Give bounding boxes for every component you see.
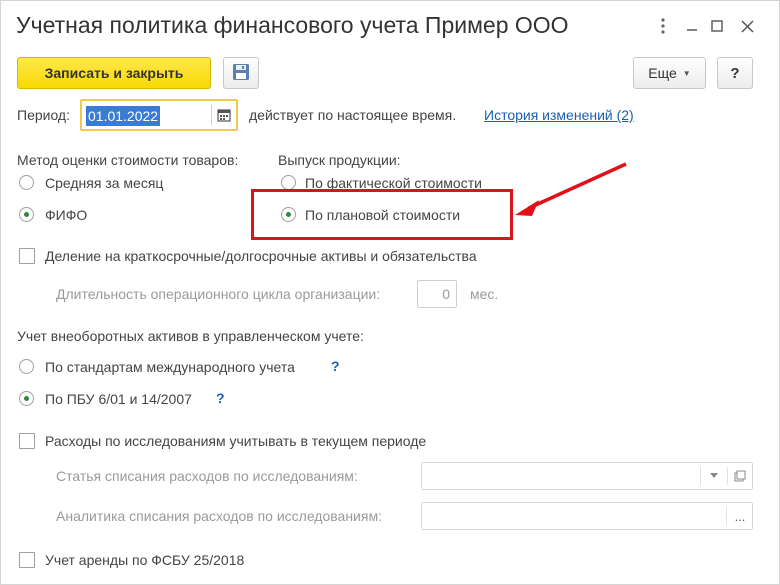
annotation-highlight-box [251,189,513,240]
checkbox-research-expenses-label: Расходы по исследованиям учитывать в тек… [45,433,427,449]
checkbox-division-label: Деление на краткосрочные/долгосрочные ак… [45,248,477,264]
open-item-icon[interactable] [727,463,753,489]
maximize-icon[interactable] [706,15,728,37]
period-date-value[interactable]: 01.01.2022 [86,106,161,126]
help-question-icon[interactable]: ? [331,358,340,374]
radio-actual-cost[interactable] [281,175,296,190]
dropdown-arrow-icon[interactable] [701,463,727,489]
radio-fifo-label: ФИФО [45,207,88,223]
calendar-icon[interactable] [215,106,233,124]
radio-fifo[interactable] [19,207,34,222]
checkbox-lease-label: Учет аренды по ФСБУ 25/2018 [45,552,245,568]
checkbox-division[interactable] [19,248,35,264]
close-icon[interactable] [736,15,758,37]
radio-average-month[interactable] [19,175,34,190]
cycle-duration-input[interactable]: 0 [417,280,457,308]
radio-pbu-label: По ПБУ 6/01 и 14/2007 [45,391,192,407]
caret-down-icon: ▼ [682,68,691,78]
accounting-policy-window: Учетная политика финансового учета Приме… [0,0,780,585]
select-button[interactable]: ... [727,503,753,529]
noncurrent-assets-label: Учет внеоборотных активов в управленческ… [17,328,364,344]
more-options-icon[interactable] [652,15,674,37]
minimize-icon[interactable] [681,15,703,37]
annotation-arrow-icon [515,162,627,216]
history-link[interactable]: История изменений (2) [484,107,634,123]
research-analytics-label: Аналитика списания расходов по исследова… [56,508,382,524]
radio-international-standards[interactable] [19,359,34,374]
research-article-field[interactable] [421,462,753,490]
production-output-label: Выпуск продукции: [278,152,401,168]
floppy-disk-icon [232,63,250,84]
radio-average-month-label: Средняя за месяц [45,175,164,191]
period-date-field[interactable]: 01.01.2022 [80,99,238,131]
cycle-duration-unit: мес. [470,286,499,302]
more-actions-label: Еще [648,65,677,81]
save-and-close-button[interactable]: Записать и закрыть [17,57,211,89]
more-actions-button[interactable]: Еще ▼ [633,57,706,89]
period-label: Период: [17,107,70,123]
checkbox-lease[interactable] [19,552,35,568]
window-title: Учетная политика финансового учета Приме… [16,12,569,38]
radio-pbu[interactable] [19,391,34,406]
period-valid-text: действует по настоящее время. [249,107,457,123]
checkbox-research-expenses[interactable] [19,433,35,449]
help-question-icon[interactable]: ? [216,390,225,406]
research-article-label: Статья списания расходов по исследования… [56,468,358,484]
radio-international-standards-label: По стандартам международного учета [45,359,295,375]
field-separator [211,105,212,125]
save-button[interactable] [223,57,259,89]
valuation-method-label: Метод оценки стоимости товаров: [17,152,239,168]
help-button[interactable]: ? [717,57,753,89]
research-analytics-field[interactable]: ... [421,502,753,530]
cycle-duration-label: Длительность операционного цикла организ… [56,286,381,302]
